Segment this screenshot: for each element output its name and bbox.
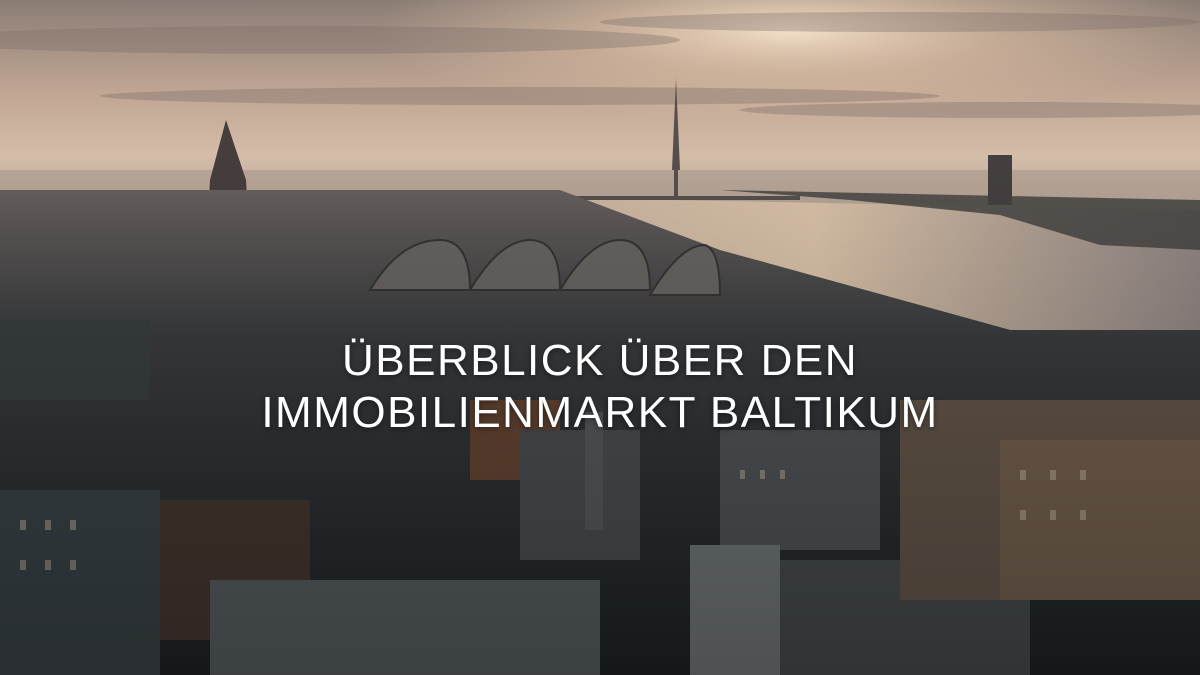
headline-line-1: ÜBERBLICK ÜBER DEN (341, 336, 858, 386)
hero-banner: ÜBERBLICK ÜBER DEN IMMOBILIENMARKT BALTI… (0, 0, 1200, 675)
headline-line-2: IMMOBILIENMARKT BALTIKUM (261, 388, 939, 438)
headline: ÜBERBLICK ÜBER DEN IMMOBILIENMARKT BALTI… (0, 335, 1200, 439)
